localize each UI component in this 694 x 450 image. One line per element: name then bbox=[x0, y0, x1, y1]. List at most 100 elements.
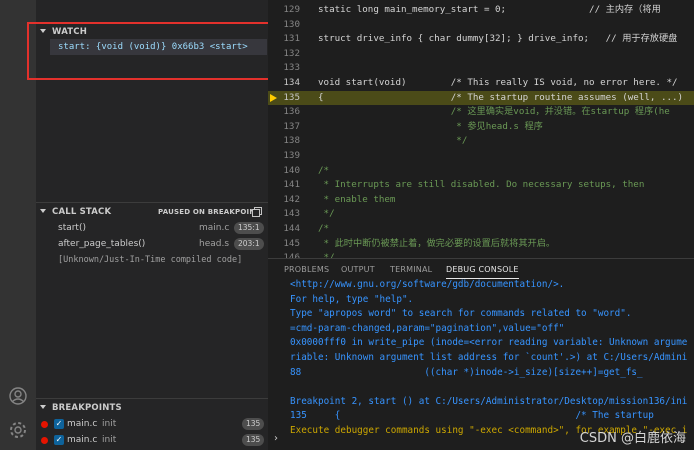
code-line[interactable]: 134 void start(void) /* This really IS vo… bbox=[268, 76, 694, 91]
line-number: 139 bbox=[283, 150, 300, 161]
line-number: 138 bbox=[283, 135, 300, 147]
console-line: Breakpoint 2, start () at C:/Users/Admin… bbox=[290, 395, 688, 407]
code-line[interactable]: 140 /* bbox=[268, 164, 694, 179]
code-text: */ bbox=[318, 252, 335, 258]
breakpoint-file: main.c bbox=[67, 435, 98, 445]
bottom-panel: PROBLEMS OUTPUT TERMINAL DEBUG CONSOLE <… bbox=[268, 258, 694, 450]
code-line[interactable]: 146 */ bbox=[268, 251, 694, 258]
code-text: * Interrupts are still disabled. Do nece… bbox=[318, 179, 645, 191]
breakpoint-label: init bbox=[102, 419, 117, 429]
debug-current-line-arrow-icon bbox=[270, 93, 277, 102]
line-number: 130 bbox=[283, 18, 300, 30]
code-line[interactable]: 135{ /* The startup routine assumes (wel… bbox=[268, 90, 694, 106]
code-line[interactable]: 136 /* 这里确实是void，并没错。在startup 程序(he bbox=[268, 105, 694, 120]
tab-output[interactable]: OUTPUT bbox=[341, 265, 375, 274]
console-line: 88 ((char *)inode->i_size)[size++]=get_f… bbox=[290, 366, 643, 378]
tab-terminal[interactable]: TERMINAL bbox=[390, 265, 432, 274]
code-line[interactable]: 131 struct drive_info { char dummy[32]; }… bbox=[268, 32, 694, 47]
annotation-highlight-box bbox=[27, 22, 277, 80]
code-line[interactable]: 143 */ bbox=[268, 207, 694, 222]
code-line[interactable]: 130 bbox=[268, 18, 694, 33]
code-line[interactable]: 139 bbox=[268, 149, 694, 164]
line-number: 134 bbox=[283, 77, 300, 88]
code-editor[interactable]: 129 static long main_memory_start = 0; //… bbox=[268, 0, 694, 258]
line-number: 132 bbox=[283, 47, 300, 59]
code-line[interactable]: 138 */ bbox=[268, 134, 694, 149]
breakpoint-file: main.c bbox=[67, 419, 98, 429]
call-stack-section-header[interactable]: CALL STACK PAUSED ON BREAKPOINT bbox=[36, 202, 268, 222]
breakpoints-header-label: BREAKPOINTS bbox=[52, 403, 122, 413]
code-text: /* 这里确实是void，并没错。在startup 程序(he bbox=[318, 106, 670, 118]
collapse-all-icon[interactable] bbox=[252, 207, 262, 217]
console-line: <http://www.gnu.org/software/gdb/documen… bbox=[290, 279, 565, 290]
breakpoint-label: init bbox=[102, 435, 117, 445]
console-prompt-icon[interactable]: › bbox=[274, 433, 278, 444]
code-text: */ bbox=[318, 135, 468, 147]
code-line[interactable]: 132 bbox=[268, 47, 694, 62]
frame-name: after_page_tables() bbox=[58, 239, 146, 249]
code-line[interactable]: 129 static long main_memory_start = 0; //… bbox=[268, 3, 694, 18]
code-text: */ bbox=[318, 208, 335, 220]
line-number: 137 bbox=[283, 120, 300, 132]
line-number: 145 bbox=[283, 237, 300, 249]
code-text: void start(void) /* This really IS void,… bbox=[318, 77, 678, 88]
code-text: /* bbox=[318, 223, 330, 234]
tab-problems[interactable]: PROBLEMS bbox=[284, 265, 329, 274]
console-line: 135 { /* The startup bbox=[290, 410, 654, 422]
line-number: 133 bbox=[283, 62, 300, 74]
frame-position-badge: 135:1 bbox=[234, 222, 264, 234]
console-line: For help, type "help". bbox=[290, 293, 414, 305]
breakpoint-dot-icon bbox=[41, 437, 48, 444]
console-line: Type "apropos word" to search for comman… bbox=[290, 308, 632, 320]
chevron-down-icon bbox=[40, 209, 46, 213]
breakpoint-item[interactable]: ✓ main.c init 135 bbox=[36, 432, 268, 448]
line-number: 146 bbox=[283, 252, 300, 258]
code-line[interactable]: 137 * 参见head.s 程序 bbox=[268, 120, 694, 135]
watermark: CSDN @白鹿依海 bbox=[579, 431, 686, 446]
code-text: static long main_memory_start = 0; // 主内… bbox=[318, 4, 661, 15]
gear-icon[interactable] bbox=[8, 420, 28, 440]
breakpoint-checkbox[interactable]: ✓ bbox=[54, 419, 64, 429]
frame-position-badge: 203:1 bbox=[234, 238, 264, 250]
code-text: * 参见head.s 程序 bbox=[318, 120, 543, 132]
code-line[interactable]: 133 bbox=[268, 61, 694, 76]
code-line[interactable]: 141 * Interrupts are still disabled. Do … bbox=[268, 178, 694, 193]
line-number: 142 bbox=[283, 193, 300, 205]
code-text: * enable them bbox=[318, 193, 396, 205]
call-stack-unknown-frame[interactable]: [Unknown/Just-In-Time compiled code] bbox=[36, 252, 268, 268]
call-stack-frame[interactable]: start() main.c 135:1 bbox=[36, 220, 268, 236]
account-icon[interactable] bbox=[8, 386, 28, 406]
frame-file: head.s bbox=[199, 239, 230, 249]
breakpoint-dot-icon bbox=[41, 421, 48, 428]
line-number: 136 bbox=[283, 106, 300, 118]
console-line: 0x0000fff0 in write_pipe (inode=<error r… bbox=[290, 337, 688, 349]
call-stack-header-label: CALL STACK bbox=[52, 207, 112, 217]
code-line[interactable]: 145 * 此时中断仍被禁止着，做完必要的设置后就将其开启。 bbox=[268, 237, 694, 252]
breakpoint-checkbox[interactable]: ✓ bbox=[54, 435, 64, 445]
line-number: 131 bbox=[283, 33, 300, 45]
code-text: /* bbox=[318, 164, 330, 176]
line-number: 140 bbox=[283, 164, 300, 176]
tab-debug-console[interactable]: DEBUG CONSOLE bbox=[446, 265, 519, 279]
line-number: 129 bbox=[283, 4, 300, 15]
code-text: struct drive_info { char dummy[32]; } dr… bbox=[318, 33, 678, 45]
code-text: * 此时中断仍被禁止着，做完必要的设置后就将其开启。 bbox=[318, 237, 556, 249]
chevron-down-icon bbox=[40, 405, 46, 409]
breakpoint-line-badge: 135 bbox=[242, 434, 265, 446]
code-line[interactable]: 144 /* bbox=[268, 222, 694, 237]
breakpoints-section-header[interactable]: BREAKPOINTS bbox=[36, 398, 268, 418]
paused-status: PAUSED ON BREAKPOINT bbox=[158, 208, 261, 216]
breakpoint-line-badge: 135 bbox=[242, 418, 265, 430]
breakpoint-item[interactable]: ✓ main.c init 135 bbox=[36, 416, 268, 432]
console-line: riable: Unknown argument list address fo… bbox=[290, 352, 688, 363]
console-line: =cmd-param-changed,param="pagination",va… bbox=[290, 322, 565, 334]
line-number: 144 bbox=[283, 223, 300, 234]
frame-name: start() bbox=[58, 223, 86, 233]
frame-file: main.c bbox=[199, 223, 230, 233]
line-number: 143 bbox=[283, 208, 300, 220]
code-text: { /* The startup routine assumes (well, … bbox=[318, 91, 684, 103]
call-stack-frame[interactable]: after_page_tables() head.s 203:1 bbox=[36, 236, 268, 252]
line-number: 141 bbox=[283, 179, 300, 191]
code-line[interactable]: 142 * enable them bbox=[268, 193, 694, 208]
